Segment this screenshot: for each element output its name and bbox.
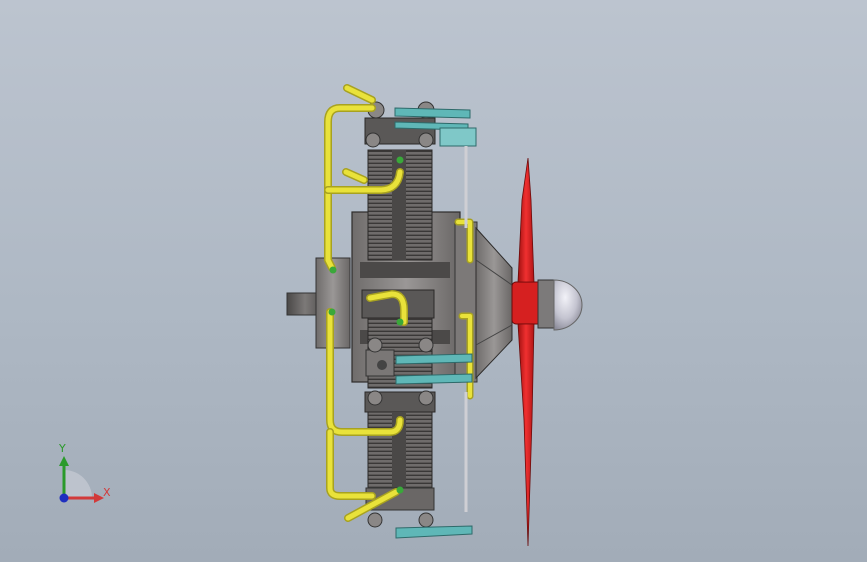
nose-housing[interactable] [475,226,513,380]
propeller-blades[interactable] [517,157,535,547]
propeller-hub[interactable] [511,279,583,331]
rear-shaft[interactable] [286,257,351,349]
x-axis-label: X [103,486,111,499]
engine-model-view[interactable] [0,0,867,562]
graphics-viewport[interactable]: Y X [0,0,867,562]
middle-cylinder[interactable] [361,289,435,389]
y-axis-label: Y [59,442,66,455]
